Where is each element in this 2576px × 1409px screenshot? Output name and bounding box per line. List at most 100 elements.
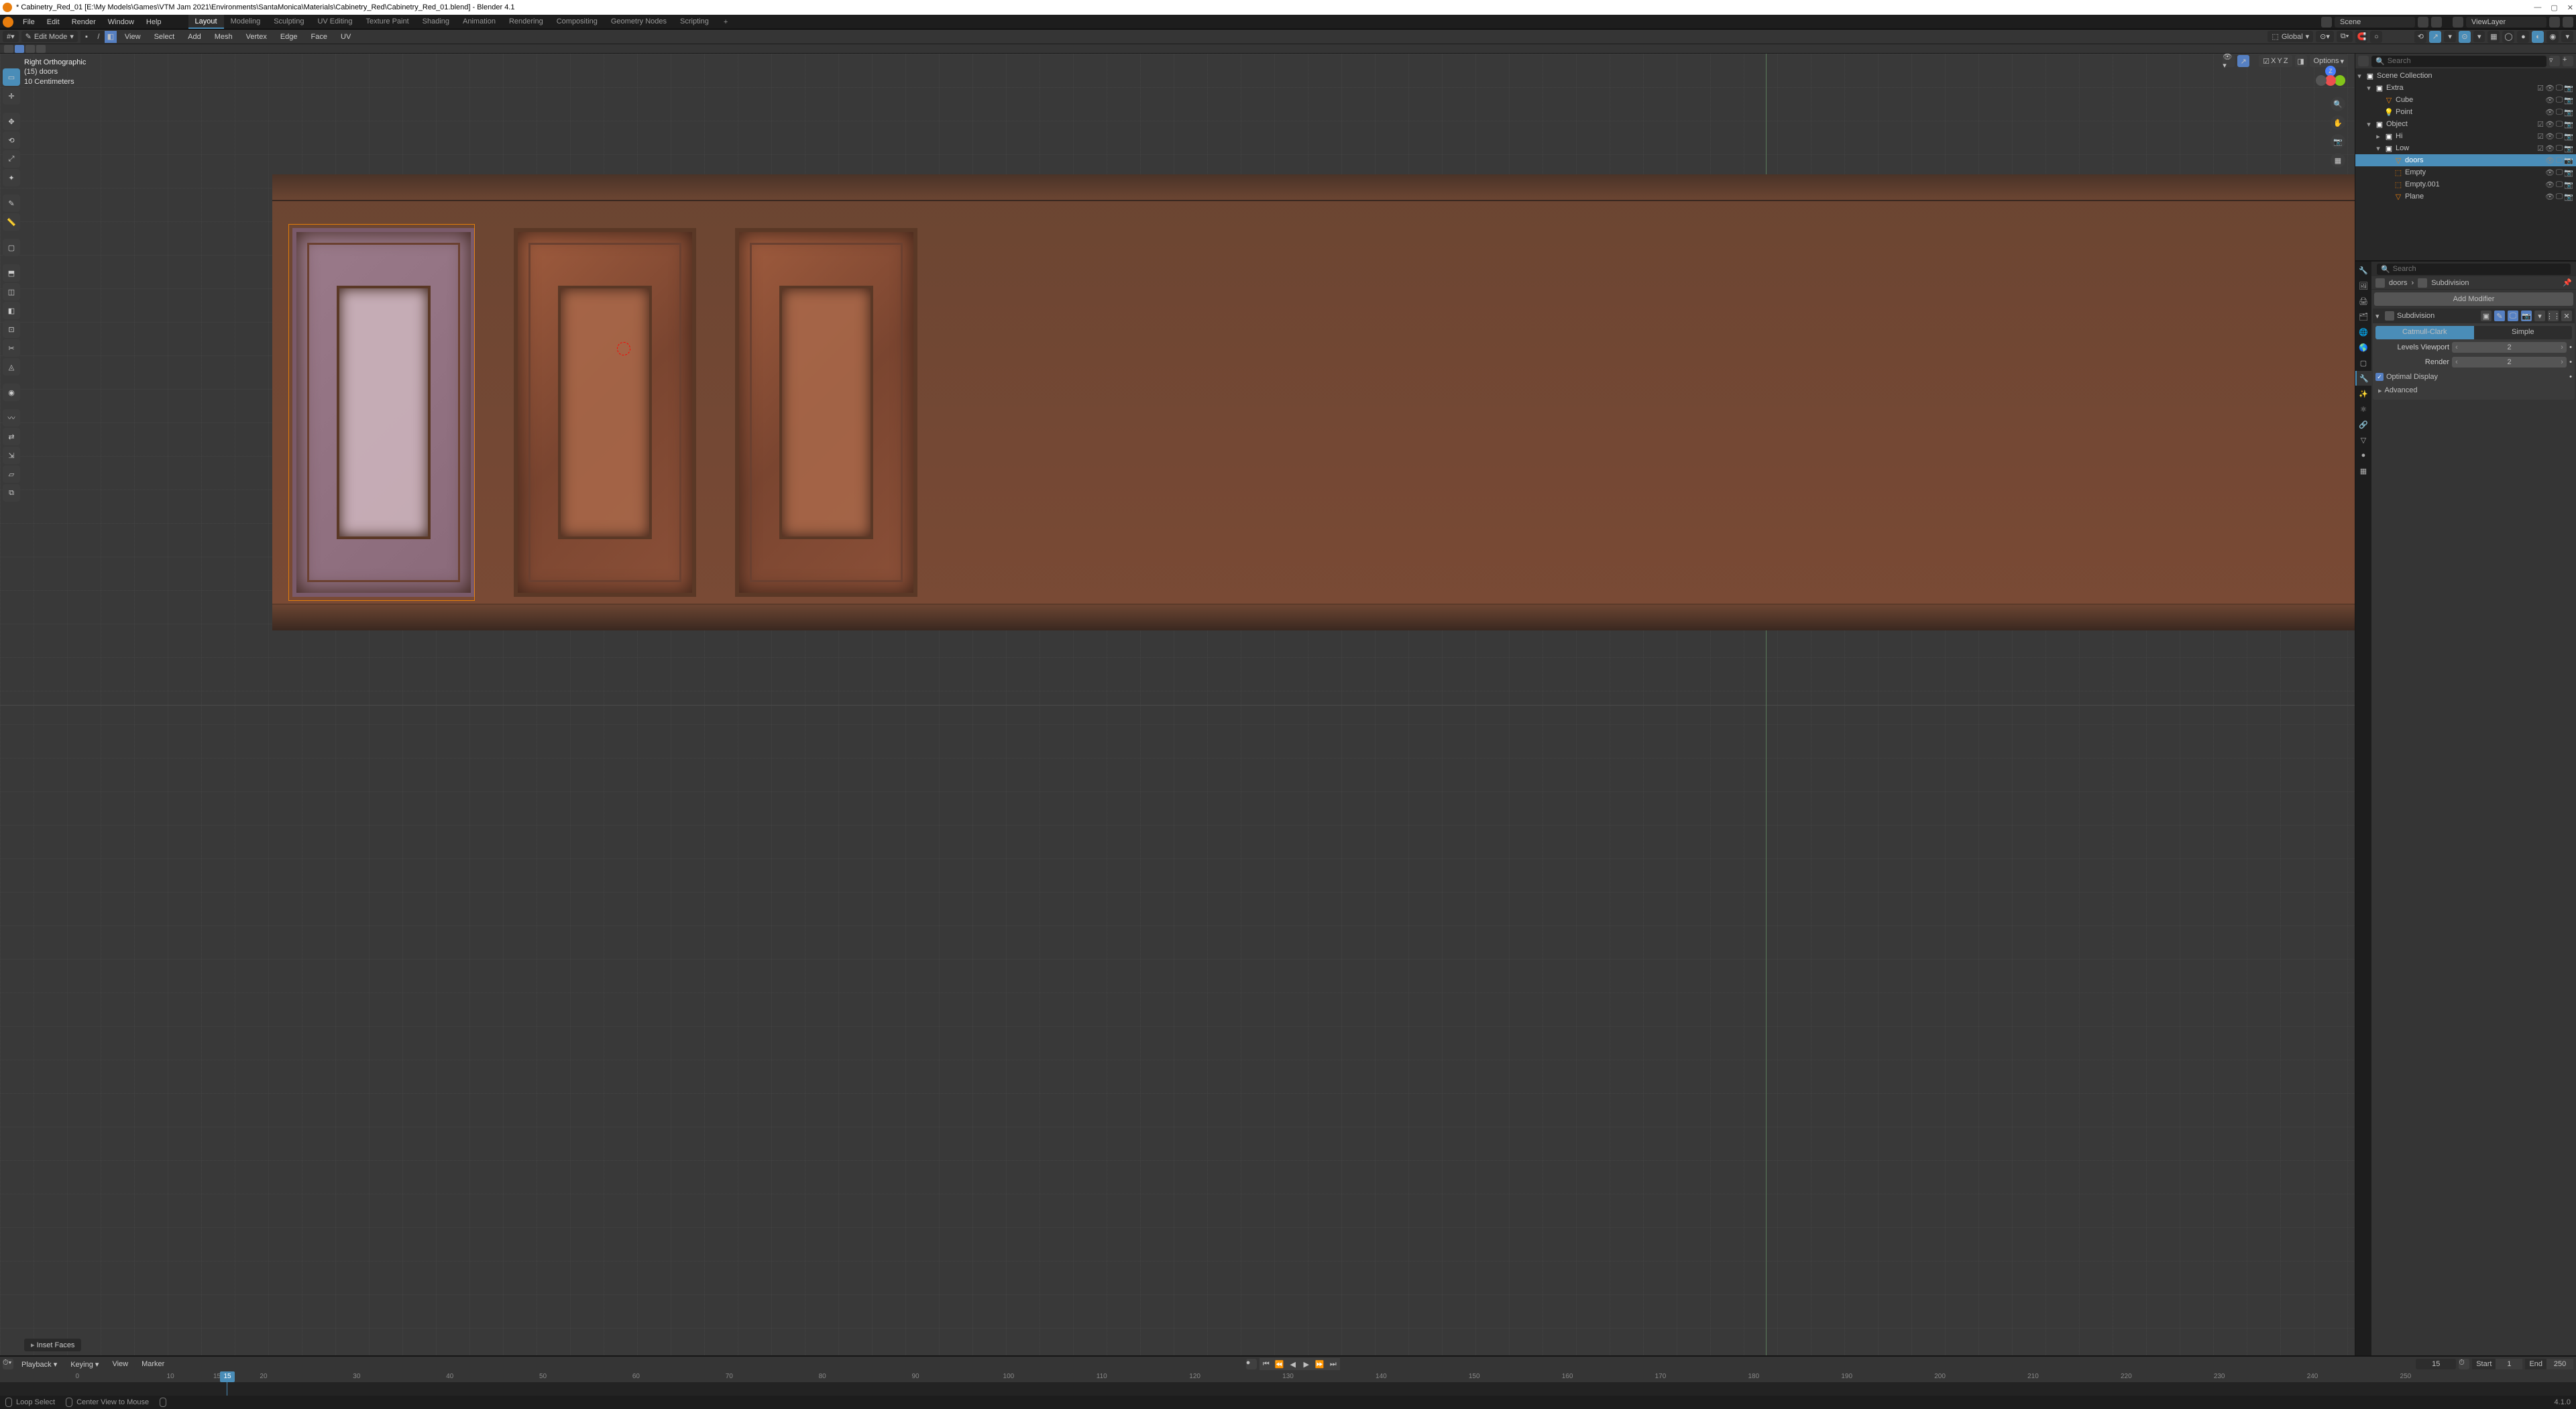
sh-btn-1[interactable] [4,45,13,53]
start-frame-field[interactable]: 1 [2496,1359,2522,1369]
tool-cursor[interactable]: ✛ [3,87,20,105]
disable-toggle[interactable]: 🖵 [2555,168,2564,177]
crumb-object[interactable]: doors [2389,279,2408,287]
tool-smooth[interactable]: 〰 [3,409,20,427]
overlay-toggle[interactable]: ⊙ [2459,31,2471,43]
render-toggle[interactable]: 📷 [2564,192,2573,201]
workspace-tab-geometry-nodes[interactable]: Geometry Nodes [604,15,673,29]
tab-texture[interactable]: ▦ [2355,463,2371,478]
disable-toggle[interactable]: 🖵 [2555,192,2564,201]
menu-add[interactable]: Add [182,32,207,42]
hide-toggle[interactable]: 👁 [2545,192,2555,201]
tool-polybuild[interactable]: ◬ [3,358,20,376]
vertex-select-button[interactable]: ▪ [80,31,93,43]
disable-toggle[interactable]: 🖵 [2555,156,2564,165]
gizmo-dropdown[interactable]: ▾ [2444,31,2456,42]
outliner-search[interactable]: 🔍 [2371,56,2546,67]
render-levels-field[interactable]: ‹ 2 › [2452,357,2567,368]
mod-cage-toggle[interactable]: ▣ [2481,311,2491,321]
visibility-dropdown[interactable]: 👁▾ [2223,55,2235,67]
end-frame-field[interactable]: 250 [2546,1359,2573,1369]
menu-file[interactable]: File [17,17,40,27]
next-key-button[interactable]: ⏩ [1313,1358,1327,1370]
preview-range-toggle[interactable]: ⏱ [2459,1359,2469,1369]
tool-inset[interactable]: ◫ [3,283,20,300]
workspace-tab-sculpting[interactable]: Sculpting [267,15,311,29]
render-toggle[interactable]: 📷 [2564,156,2573,165]
rendered-shading-button[interactable]: ◉ [2546,31,2559,43]
options-split-icon[interactable]: ◨ [2295,55,2307,67]
tab-output[interactable]: 🖨 [2355,294,2371,308]
sh-btn-4[interactable] [36,45,46,53]
hide-toggle[interactable]: 👁 [2545,119,2555,129]
zoom-button[interactable]: 🔍 [2331,97,2345,111]
tree-row[interactable]: ▾▣Object☑👁🖵📷 [2355,118,2576,130]
outliner-tree[interactable]: ▾ ▣ Scene Collection ▾▣Extra☑👁🖵📷▽Cube👁🖵📷… [2355,68,2576,260]
pivot-dropdown[interactable]: ⊙▾ [2316,31,2334,42]
tab-constraints[interactable]: 🔗 [2355,417,2371,432]
scene-browse-icon[interactable] [2321,17,2332,27]
minimize-button[interactable]: — [2534,3,2541,12]
menu-view[interactable]: View [119,32,146,42]
snap-dropdown[interactable]: ⧉▾ [2337,31,2353,42]
workspace-tab-modeling[interactable]: Modeling [224,15,268,29]
axis-lock-pill[interactable]: ☑ X Y Z [2259,55,2292,67]
workspace-tab-compositing[interactable]: Compositing [550,15,604,29]
prop-edit-toggle[interactable]: ○ [2370,31,2382,43]
tab-scene[interactable]: 🌐 [2355,325,2371,339]
hide-toggle[interactable]: 👁 [2545,168,2555,177]
menu-mesh[interactable]: Mesh [209,32,238,42]
viewlayer-name-field[interactable]: ViewLayer [2466,17,2546,27]
camera-button[interactable]: 📷 [2331,134,2345,149]
gizmo-neg-icon[interactable] [2316,75,2327,86]
persp-toggle[interactable]: ▦ [2331,153,2345,168]
field-dot-icon[interactable]: • [2569,358,2572,366]
nav-gizmo[interactable]: Z [2316,66,2345,95]
editor-type-dropdown[interactable]: #▾ [3,31,19,42]
tool-select-box[interactable]: ▭ [3,68,20,86]
hide-toggle[interactable]: 👁 [2545,156,2555,165]
render-toggle[interactable]: 📷 [2564,168,2573,177]
tab-tool[interactable]: 🔧 [2355,263,2371,278]
hide-toggle[interactable]: 👁 [2545,107,2555,117]
disable-toggle[interactable]: 🖵 [2555,131,2564,141]
scene-new-icon[interactable] [2418,17,2428,27]
tree-row[interactable]: ▾▣Extra☑👁🖵📷 [2355,82,2576,94]
play-button[interactable]: ▶ [1300,1358,1313,1370]
tree-root[interactable]: ▾ ▣ Scene Collection [2355,70,2576,82]
workspace-tab-rendering[interactable]: Rendering [502,15,550,29]
crumb-mod[interactable]: Subdivision [2431,279,2469,287]
workspace-add-button[interactable]: + [717,15,734,29]
timeline-track[interactable]: 0101520304050607080901001101201301401501… [0,1371,2576,1396]
field-dot-icon[interactable]: • [2569,373,2572,381]
disable-toggle[interactable]: 🖵 [2555,144,2564,153]
redo-panel-inset-faces[interactable]: Inset Faces [24,1339,81,1351]
exclude-toggle[interactable]: ☑ [2536,83,2545,93]
tab-particles[interactable]: ✨ [2355,386,2371,401]
mod-editmode-toggle[interactable]: ✎ [2494,311,2505,321]
tool-shear[interactable]: ▱ [3,465,20,483]
tab-material[interactable]: ● [2355,448,2371,463]
workspace-tab-layout[interactable]: Layout [188,15,224,29]
advanced-panel-toggle[interactable]: Advanced [2375,384,2572,397]
tab-modifiers[interactable]: 🔧 [2355,371,2371,386]
catmull-clark-button[interactable]: Catmull-Clark [2375,326,2474,339]
tool-knife[interactable]: ✂ [3,339,20,357]
prev-key-button[interactable]: ⏪ [1273,1358,1286,1370]
render-toggle[interactable]: 📷 [2564,107,2573,117]
tl-marker[interactable]: Marker [136,1359,170,1369]
scene-name-field[interactable]: Scene [2335,17,2415,27]
workspace-tab-texture-paint[interactable]: Texture Paint [359,15,415,29]
tree-row[interactable]: 💡Point👁🖵📷 [2355,106,2576,118]
render-toggle[interactable]: 📷 [2564,83,2573,93]
menu-vertex[interactable]: Vertex [241,32,272,42]
render-toggle[interactable]: 📷 [2564,131,2573,141]
add-modifier-button[interactable]: Add Modifier [2374,292,2573,306]
render-toggle[interactable]: 📷 [2564,119,2573,129]
tool-add-cube[interactable]: ▢ [3,239,20,256]
solid-shading-button[interactable]: ● [2517,31,2529,43]
field-dot-icon[interactable]: • [2569,343,2572,351]
optimal-display-checkbox[interactable]: ✓ [2375,373,2384,381]
close-button[interactable]: ✕ [2567,3,2573,12]
disable-toggle[interactable]: 🖵 [2555,95,2564,105]
